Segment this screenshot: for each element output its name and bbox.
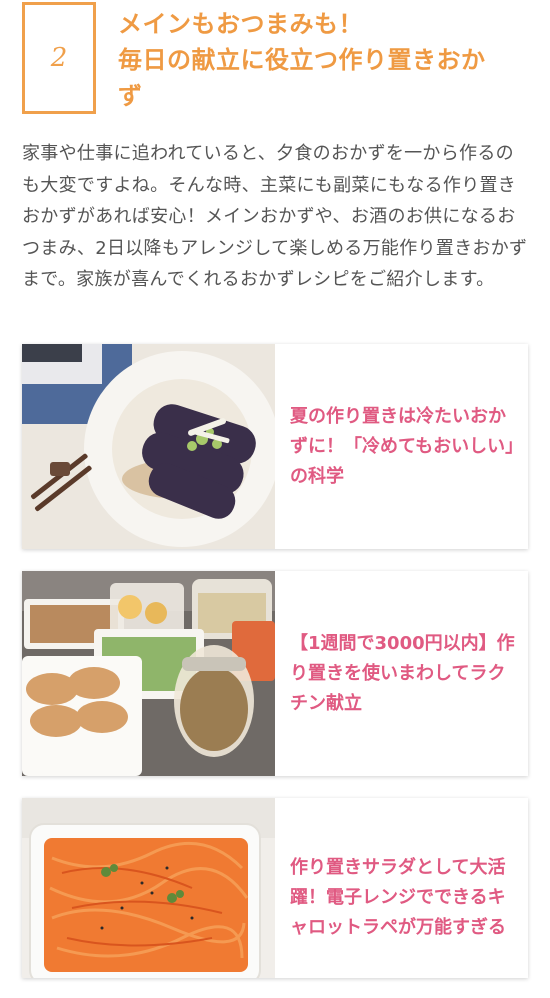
section-header: 2 メインもおつまみも！ 毎日の献立に役立つ作り置きおか ず — [22, 2, 528, 120]
eggplant-dish-image — [22, 344, 275, 549]
article-title[interactable]: 作り置きサラダとして大活躍！電子レンジでできるキャロットラペが万能すぎる — [290, 798, 522, 998]
article-title[interactable]: 【1週間で3000円以内】作り置きを使いまわしてラクチン献立 — [290, 571, 522, 776]
section-intro: 家事や仕事に追われていると、夕食のおかずを一から作るのも大変ですよね。そんな時、… — [22, 143, 528, 290]
section-title-line2: 毎日の献立に役立つ作り置きおか — [118, 46, 486, 74]
article-thumbnail-carrot-rapee[interactable] — [22, 798, 275, 978]
article-thumbnail-eggplant[interactable] — [22, 344, 275, 549]
carrot-salad-image — [22, 798, 275, 978]
section-title: メインもおつまみも！ 毎日の献立に役立つ作り置きおか ず — [118, 6, 524, 114]
section-title-line1: メインもおつまみも！ — [118, 10, 363, 38]
section-number-box: 2 — [22, 2, 96, 114]
article-title[interactable]: 夏の作り置きは冷たいおかずに！「冷めてもおいしい」の科学 — [290, 344, 522, 549]
article-card[interactable]: 作り置きサラダとして大活躍！電子レンジでできるキャロットラペが万能すぎる — [22, 798, 528, 978]
section-number: 2 — [50, 43, 68, 73]
article-card[interactable]: 夏の作り置きは冷たいおかずに！「冷めてもおいしい」の科学 — [22, 344, 528, 549]
section-title-line3: ず — [118, 82, 143, 110]
meal-prep-containers-image — [22, 571, 275, 776]
article-card[interactable]: 【1週間で3000円以内】作り置きを使いまわしてラクチン献立 — [22, 571, 528, 776]
article-thumbnail-meal-prep[interactable] — [22, 571, 275, 776]
